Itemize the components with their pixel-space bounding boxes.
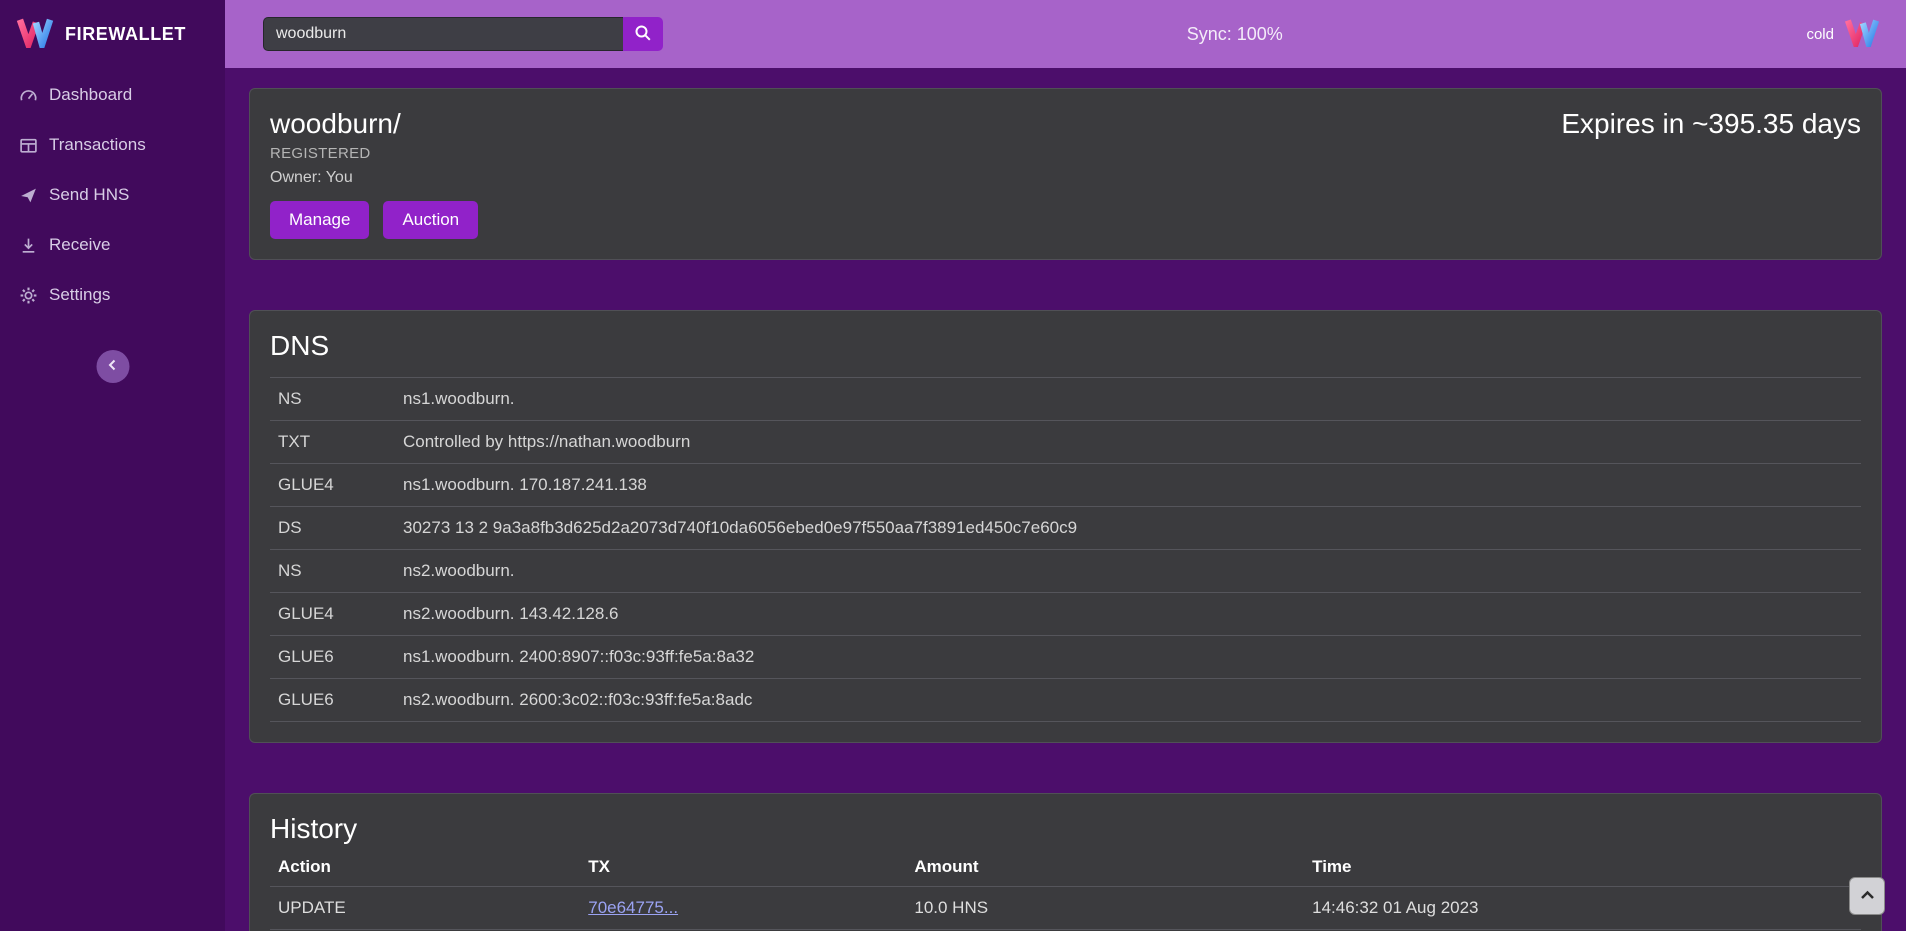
brand: FIREWALLET — [0, 0, 225, 68]
chevron-left-icon — [104, 356, 122, 377]
searchbar — [263, 17, 663, 51]
content: woodburn/ REGISTERED Owner: You Manage A… — [225, 68, 1906, 931]
domain-info: woodburn/ REGISTERED Owner: You Manage A… — [270, 109, 478, 239]
history-amount: 10.0 HNS — [906, 887, 1304, 930]
receive-icon — [18, 236, 38, 255]
domain-actions: Manage Auction — [270, 201, 478, 239]
brand-name: FIREWALLET — [65, 24, 186, 45]
dns-record-row: GLUE6 ns1.woodburn. 2400:8907::f03c:93ff… — [270, 636, 1861, 679]
history-col-amount: Amount — [906, 848, 1304, 887]
dns-card: DNS NS ns1.woodburn. TXT Controlled by h… — [249, 310, 1882, 743]
firewallet-logo-icon — [16, 16, 54, 53]
dns-record-value: 30273 13 2 9a3a8fb3d625d2a2073d740f10da6… — [395, 507, 1861, 550]
firewallet-logo-icon — [1844, 17, 1880, 52]
dns-record-type: GLUE6 — [270, 636, 395, 679]
dns-record-value: Controlled by https://nathan.woodburn — [395, 421, 1861, 464]
dns-record-value: ns2.woodburn. 2600:3c02::f03c:93ff:fe5a:… — [395, 679, 1861, 722]
dns-title: DNS — [270, 331, 1861, 361]
domain-expiry: Expires in ~395.35 days — [1561, 109, 1861, 139]
dns-record-value: ns2.woodburn. 143.42.128.6 — [395, 593, 1861, 636]
dns-record-type: GLUE6 — [270, 679, 395, 722]
dns-record-row: NS ns2.woodburn. — [270, 550, 1861, 593]
history-header-row: Action TX Amount Time — [270, 848, 1861, 887]
sidebar-item-transactions[interactable]: Transactions — [0, 120, 225, 170]
sidebar-item-label: Receive — [49, 235, 110, 255]
dns-record-value: ns2.woodburn. — [395, 550, 1861, 593]
history-col-tx: TX — [580, 848, 906, 887]
wallet-indicator: cold — [1806, 17, 1880, 52]
sidebar-item-receive[interactable]: Receive — [0, 220, 225, 270]
main-column: Sync: 100% cold — [225, 0, 1906, 931]
dns-record-type: NS — [270, 378, 395, 421]
domain-card: woodburn/ REGISTERED Owner: You Manage A… — [249, 88, 1882, 260]
transactions-icon — [18, 136, 38, 155]
sidebar-nav: Dashboard Transactions S — [0, 70, 225, 320]
sidebar-item-send-hns[interactable]: Send HNS — [0, 170, 225, 220]
tx-link[interactable]: 70e64775... — [588, 898, 678, 917]
dns-record-row: NS ns1.woodburn. — [270, 378, 1861, 421]
dns-record-value: ns1.woodburn. 2400:8907::f03c:93ff:fe5a:… — [395, 636, 1861, 679]
topbar: Sync: 100% cold — [225, 0, 1906, 68]
history-action: UPDATE — [270, 887, 580, 930]
auction-button[interactable]: Auction — [383, 201, 478, 239]
sync-status: Sync: 100% — [1187, 24, 1283, 45]
dns-record-value: ns1.woodburn. — [395, 378, 1861, 421]
dns-record-type: TXT — [270, 421, 395, 464]
dashboard-icon — [18, 86, 38, 105]
dns-table: NS ns1.woodburn. TXT Controlled by https… — [270, 377, 1861, 722]
sidebar-item-label: Dashboard — [49, 85, 132, 105]
manage-button[interactable]: Manage — [270, 201, 369, 239]
dns-record-value: ns1.woodburn. 170.187.241.138 — [395, 464, 1861, 507]
send-icon — [18, 186, 38, 205]
search-button[interactable] — [623, 17, 663, 51]
dns-record-type: GLUE4 — [270, 593, 395, 636]
history-title: History — [270, 814, 1861, 844]
sidebar-item-label: Settings — [49, 285, 110, 305]
domain-name: woodburn/ — [270, 109, 478, 139]
app-root: FIREWALLET Dashboard — [0, 0, 1906, 931]
sidebar-item-settings[interactable]: Settings — [0, 270, 225, 320]
history-col-action: Action — [270, 848, 580, 887]
history-row: UPDATE 70e64775... 10.0 HNS 14:46:32 01 … — [270, 887, 1861, 930]
sidebar-item-dashboard[interactable]: Dashboard — [0, 70, 225, 120]
history-col-time: Time — [1304, 848, 1861, 887]
chevron-up-icon — [1858, 887, 1877, 906]
dns-record-row: DS 30273 13 2 9a3a8fb3d625d2a2073d740f10… — [270, 507, 1861, 550]
dns-record-type: NS — [270, 550, 395, 593]
search-icon — [634, 24, 652, 45]
history-table: Action TX Amount Time UPDATE 70e64775...… — [270, 848, 1861, 931]
dns-record-type: GLUE4 — [270, 464, 395, 507]
sidebar: FIREWALLET Dashboard — [0, 0, 225, 931]
domain-status: REGISTERED — [270, 145, 478, 163]
scroll-to-top-button[interactable] — [1849, 877, 1885, 915]
settings-icon — [18, 286, 38, 305]
dns-record-row: GLUE4 ns1.woodburn. 170.187.241.138 — [270, 464, 1861, 507]
sidebar-item-label: Send HNS — [49, 185, 129, 205]
wallet-name: cold — [1806, 26, 1834, 43]
search-input[interactable] — [263, 17, 623, 51]
dns-record-type: DS — [270, 507, 395, 550]
sidebar-item-label: Transactions — [49, 135, 146, 155]
dns-record-row: GLUE4 ns2.woodburn. 143.42.128.6 — [270, 593, 1861, 636]
sidebar-collapse-button[interactable] — [96, 350, 129, 383]
history-card: History Action TX Amount Time — [249, 793, 1882, 931]
dns-record-row: TXT Controlled by https://nathan.woodbur… — [270, 421, 1861, 464]
dns-record-row: GLUE6 ns2.woodburn. 2600:3c02::f03c:93ff… — [270, 679, 1861, 722]
history-time: 14:46:32 01 Aug 2023 — [1304, 887, 1861, 930]
domain-owner: Owner: You — [270, 169, 478, 187]
